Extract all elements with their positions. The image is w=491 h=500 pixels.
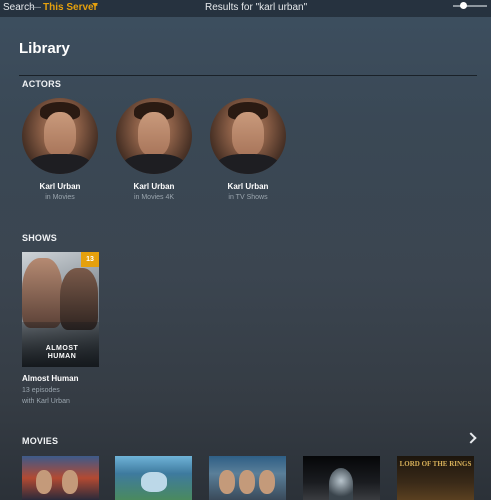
actors-heading: ACTORS xyxy=(22,79,62,89)
avatar[interactable] xyxy=(210,98,286,174)
divider xyxy=(19,75,477,76)
actor-name[interactable]: Karl Urban xyxy=(208,182,288,191)
shows-heading: SHOWS xyxy=(22,233,58,243)
avatar[interactable] xyxy=(116,98,192,174)
show-poster[interactable]: ALMOST HUMAN xyxy=(22,252,99,367)
actor-library: in TV Shows xyxy=(228,194,268,201)
movie-poster[interactable] xyxy=(115,456,192,500)
results-title: Results for "karl urban" xyxy=(205,2,308,13)
movies-heading: MOVIES xyxy=(22,436,59,446)
slider-thumb[interactable] xyxy=(460,2,467,9)
page-title: Library xyxy=(19,40,70,57)
movie-poster[interactable] xyxy=(303,456,380,500)
show-title[interactable]: Almost Human xyxy=(22,374,78,383)
actor-library: in Movies xyxy=(45,194,75,201)
show-episodes: 13 episodes xyxy=(22,387,60,394)
actor-name[interactable]: Karl Urban xyxy=(20,182,100,191)
search-label[interactable]: Search xyxy=(3,2,35,13)
separator: — xyxy=(31,2,41,13)
movie-poster[interactable] xyxy=(209,456,286,500)
chevron-down-icon[interactable] xyxy=(92,3,98,7)
actor-card[interactable]: Karl Urban in Movies 4K xyxy=(114,98,194,201)
unwatched-count-badge: 13 xyxy=(81,252,99,267)
server-selector[interactable]: This Server xyxy=(43,2,97,13)
actor-library: in Movies 4K xyxy=(133,194,175,201)
poster-size-slider[interactable] xyxy=(453,0,487,12)
chevron-right-icon[interactable] xyxy=(465,432,477,444)
actor-name[interactable]: Karl Urban xyxy=(114,182,194,191)
show-actor-credit: with Karl Urban xyxy=(22,398,70,405)
poster-title: ALMOST HUMAN xyxy=(45,345,79,360)
slider-track[interactable] xyxy=(453,5,487,7)
actor-card[interactable]: Karl Urban in TV Shows xyxy=(208,98,288,201)
top-bar: Search — This Server Results for "karl u… xyxy=(0,0,491,17)
actor-card[interactable]: Karl Urban in Movies xyxy=(20,98,100,201)
avatar[interactable] xyxy=(22,98,98,174)
movie-poster[interactable] xyxy=(22,456,99,500)
movie-poster[interactable]: LORD OF THE RINGS xyxy=(397,456,474,500)
poster-title: LORD OF THE RINGS xyxy=(399,460,472,468)
